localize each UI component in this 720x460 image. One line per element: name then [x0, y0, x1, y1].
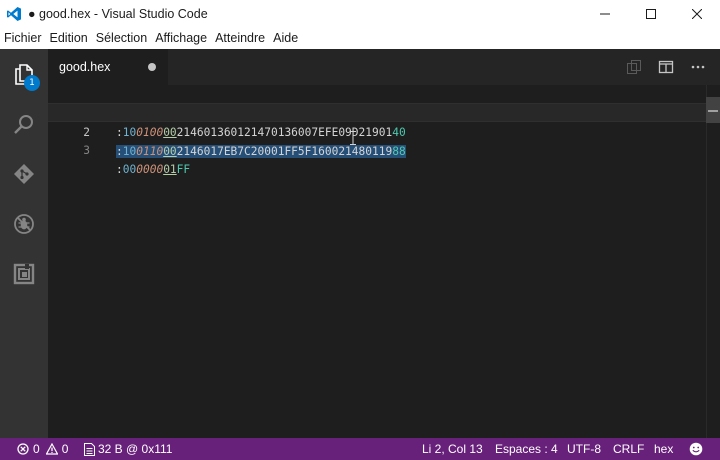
maximize-button[interactable]: [628, 0, 674, 28]
unsaved-dot-icon[interactable]: [148, 63, 156, 71]
vscode-logo-icon: [0, 0, 28, 28]
menu-bar: Fichier Edition Sélection Affichage Atte…: [0, 28, 720, 49]
editor-actions: [618, 49, 714, 85]
code-line[interactable]: 3 :00000001FF: [48, 122, 720, 176]
file-size-indicator[interactable]: 32 B @ 0x111: [84, 438, 172, 460]
search-button[interactable]: [0, 99, 48, 149]
more-icon: [691, 65, 705, 69]
debug-button[interactable]: [0, 199, 48, 249]
menu-edition[interactable]: Edition: [46, 28, 92, 49]
tab-good-hex[interactable]: good.hex: [48, 49, 168, 85]
menu-atteindre[interactable]: Atteindre: [211, 28, 269, 49]
menu-selection[interactable]: Sélection: [92, 28, 151, 49]
cursor-position[interactable]: Li 2, Col 13: [422, 438, 483, 460]
file-size: 32 B @ 0x111: [98, 442, 173, 456]
explorer-button[interactable]: 1: [0, 49, 48, 99]
activity-bar: 1: [0, 49, 48, 438]
smiley-icon: [689, 442, 703, 456]
minimize-button[interactable]: [582, 0, 628, 28]
title-bar: ● good.hex - Visual Studio Code: [0, 0, 720, 28]
close-button[interactable]: [674, 0, 720, 28]
window-title: ● good.hex - Visual Studio Code: [28, 7, 208, 21]
end-of-line[interactable]: CRLF: [613, 438, 644, 460]
split-editor-icon: [658, 60, 674, 74]
line-content: :100110002146017EB7C20001FF5F16002148011…: [116, 145, 406, 158]
language-mode[interactable]: hex: [654, 438, 673, 460]
extensions-icon: [13, 263, 35, 285]
feedback-button[interactable]: [689, 438, 703, 460]
problems-indicator[interactable]: 0 0: [17, 438, 68, 460]
indentation[interactable]: Espaces : 4: [495, 438, 558, 460]
menu-fichier[interactable]: Fichier: [0, 28, 46, 49]
warning-icon: [45, 443, 58, 455]
cursor-ruler-marker: [708, 110, 718, 112]
text-cursor-icon: [350, 131, 356, 145]
debug-icon: [14, 214, 34, 234]
editor[interactable]: 1 :10010000214601360121470136007EFE09D21…: [48, 85, 720, 438]
tab-bar: good.hex: [48, 49, 720, 85]
git-icon: [14, 164, 34, 184]
encoding[interactable]: UTF-8: [567, 438, 601, 460]
code-line-current[interactable]: 2 :100110002146017EB7C20001FF5F160021480…: [48, 103, 720, 158]
extensions-button[interactable]: [0, 249, 48, 299]
source-control-button[interactable]: [0, 149, 48, 199]
warning-count: 0: [61, 442, 69, 456]
split-editor-button[interactable]: [650, 49, 682, 85]
open-changes-icon: [627, 60, 641, 74]
error-count: 0: [33, 442, 40, 456]
tab-label: good.hex: [59, 60, 111, 74]
explorer-badge: 1: [24, 75, 40, 91]
error-icon: [17, 443, 29, 455]
code-line[interactable]: 1 :10010000214601360121470136007EFE09D21…: [48, 85, 720, 139]
search-icon: [14, 115, 33, 134]
status-bar: 0 0 32 B @ 0x111 Li 2, Col 13 Espaces : …: [0, 438, 720, 460]
line-content: :00000001FF: [116, 163, 191, 176]
line-number: 3: [83, 144, 90, 157]
menu-aide[interactable]: Aide: [269, 28, 302, 49]
vertical-scrollbar[interactable]: [706, 85, 720, 438]
menu-affichage[interactable]: Affichage: [151, 28, 211, 49]
open-changes-button[interactable]: [618, 49, 650, 85]
file-icon: [84, 442, 95, 456]
more-actions-button[interactable]: [682, 49, 714, 85]
